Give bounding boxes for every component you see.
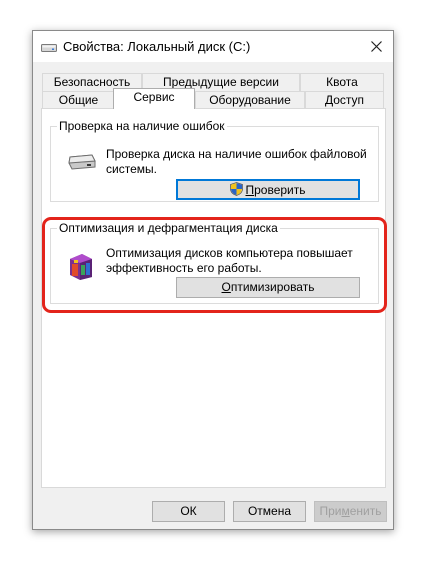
tab-panel-service: Проверка на наличие ошибок Проверка диск… xyxy=(41,108,386,488)
tab-service[interactable]: Сервис xyxy=(113,88,195,109)
uac-shield-icon xyxy=(230,182,244,196)
tab-label: Общие xyxy=(58,93,99,107)
check-button-mnemonic: П xyxy=(245,183,255,197)
tab-hardware[interactable]: Оборудование xyxy=(195,91,305,109)
defrag-icon xyxy=(68,251,94,281)
cancel-button[interactable]: Отмена xyxy=(233,501,306,522)
error-check-title: Проверка на наличие ошибок xyxy=(57,119,227,133)
check-button[interactable]: Проверить xyxy=(176,179,360,200)
apply-label-rest: енить xyxy=(349,504,382,518)
tab-label: Предыдущие версии xyxy=(163,75,279,89)
optimize-button-label: птимизировать xyxy=(230,280,315,294)
drive-icon xyxy=(67,153,97,171)
close-icon xyxy=(370,41,382,52)
tab-general[interactable]: Общие xyxy=(42,91,115,109)
optimize-group: Оптимизация и дефрагментация диска Оптим… xyxy=(50,221,379,304)
close-button[interactable] xyxy=(359,31,393,62)
ok-button-label: ОК xyxy=(180,504,197,518)
tab-sharing[interactable]: Доступ xyxy=(305,91,384,109)
tab-label: Доступ xyxy=(324,93,365,107)
properties-dialog: Свойства: Локальный диск (C:) Безопаснос… xyxy=(32,30,394,530)
error-check-group: Проверка на наличие ошибок Проверка диск… xyxy=(50,119,379,202)
optimize-title: Оптимизация и дефрагментация диска xyxy=(57,221,280,235)
title-bar[interactable]: Свойства: Локальный диск (C:) xyxy=(33,31,393,62)
apply-button[interactable]: Применить xyxy=(314,501,387,522)
window-title: Свойства: Локальный диск (C:) xyxy=(63,39,251,54)
apply-mnemonic: м xyxy=(341,504,350,518)
optimize-button[interactable]: Оптимизировать xyxy=(176,277,360,298)
apply-label-prefix: При xyxy=(319,504,342,518)
tab-label: Сервис xyxy=(133,90,175,104)
check-button-label: роверить xyxy=(254,183,306,197)
optimize-button-mnemonic: О xyxy=(221,280,231,294)
cancel-button-label: Отмена xyxy=(247,504,292,518)
tab-quota[interactable]: Квота xyxy=(300,73,384,91)
tab-label: Оборудование xyxy=(209,93,291,107)
ok-button[interactable]: ОК xyxy=(152,501,225,522)
tab-label: Безопасность xyxy=(53,75,131,89)
optimize-description: Оптимизация дисков компьютера повышает э… xyxy=(106,246,353,275)
drive-title-icon xyxy=(41,42,57,53)
error-check-description: Проверка диска на наличие ошибок файлово… xyxy=(106,147,367,176)
tab-label: Квота xyxy=(326,75,358,89)
